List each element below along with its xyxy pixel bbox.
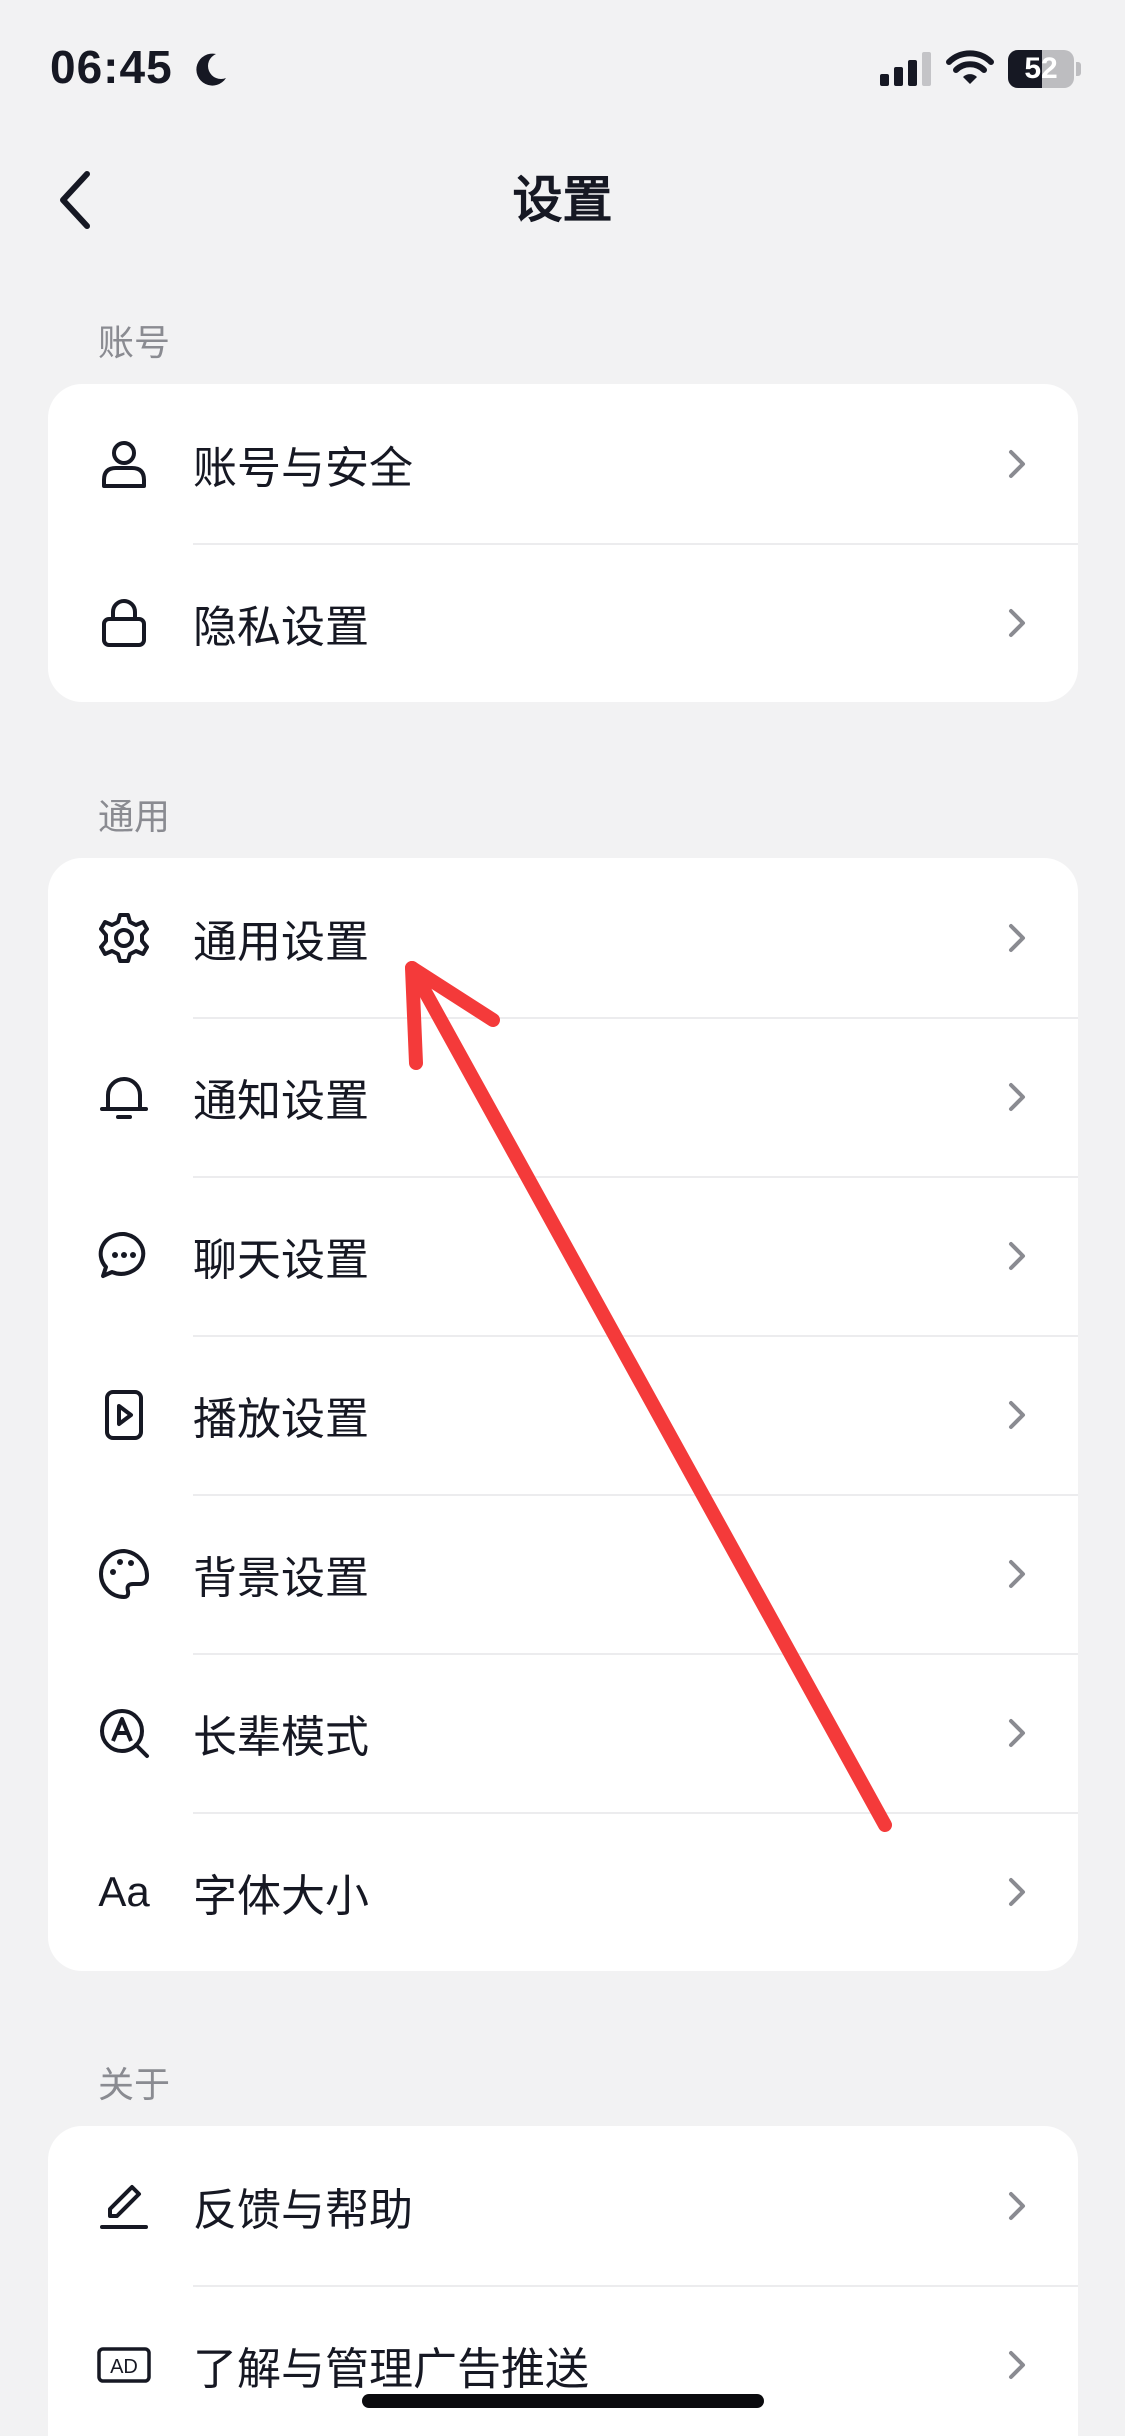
svg-text:AD: AD <box>110 2356 138 2378</box>
chevron-right-icon <box>1009 1559 1025 1588</box>
settings-item-privacy[interactable]: 隐私设置 <box>48 543 1078 702</box>
settings-item-label: 背景设置 <box>193 1552 369 1604</box>
settings-item-label: 聊天设置 <box>193 1234 369 1286</box>
chevron-right-icon <box>1009 1877 1025 1906</box>
page-title: 设置 <box>512 171 613 229</box>
chat-bubble-icon <box>96 1228 152 1284</box>
battery-level: 52 <box>1024 52 1058 85</box>
settings-item-label: 了解与管理广告推送 <box>193 2343 589 2395</box>
chevron-right-icon <box>1009 1082 1025 1111</box>
settings-item-chat[interactable]: 聊天设置 <box>48 1176 1078 1335</box>
section-label-general: 通用 <box>98 797 171 838</box>
user-icon <box>96 436 152 492</box>
cellular-signal-icon <box>880 52 931 86</box>
settings-item-label: 通知设置 <box>193 1075 369 1127</box>
navigation-bar: 设置 <box>0 150 1125 250</box>
about-settings-card: 反馈与帮助 AD 了解与管理广告推送 <box>48 2126 1078 2436</box>
settings-item-label: 隐私设置 <box>193 601 369 653</box>
settings-item-font-size[interactable]: Aa 字体大小 <box>48 1812 1078 1971</box>
chevron-right-icon <box>1009 2350 1025 2379</box>
battery-icon: 52 <box>1008 50 1081 88</box>
edit-icon <box>96 2178 152 2234</box>
account-settings-card: 账号与安全 隐私设置 <box>48 384 1078 702</box>
settings-item-account-security[interactable]: 账号与安全 <box>48 384 1078 543</box>
settings-item-label: 通用设置 <box>193 916 369 968</box>
ad-icon: AD <box>96 2337 152 2393</box>
section-label-account: 账号 <box>98 323 171 364</box>
home-indicator <box>362 2394 764 2408</box>
chevron-right-icon <box>1009 449 1025 478</box>
back-button[interactable] <box>40 160 110 240</box>
chevron-right-icon <box>1009 1400 1025 1429</box>
chevron-right-icon <box>1009 2191 1025 2220</box>
palette-icon <box>96 1546 152 1602</box>
settings-item-label: 反馈与帮助 <box>193 2184 413 2236</box>
chevron-right-icon <box>1009 1241 1025 1270</box>
settings-item-general[interactable]: 通用设置 <box>48 858 1078 1017</box>
settings-item-label: 播放设置 <box>193 1393 369 1445</box>
bell-icon <box>96 1069 152 1125</box>
settings-item-ad-management[interactable]: AD 了解与管理广告推送 <box>48 2285 1078 2436</box>
settings-item-playback[interactable]: 播放设置 <box>48 1335 1078 1494</box>
elder-mode-icon <box>96 1705 152 1761</box>
settings-item-notifications[interactable]: 通知设置 <box>48 1017 1078 1176</box>
moon-icon <box>196 53 226 86</box>
status-time: 06:45 <box>50 41 173 93</box>
section-label-about: 关于 <box>98 2065 171 2106</box>
play-icon <box>96 1387 152 1443</box>
wifi-icon <box>946 50 994 84</box>
settings-item-background[interactable]: 背景设置 <box>48 1494 1078 1653</box>
gear-icon <box>96 910 152 966</box>
settings-item-label: 账号与安全 <box>193 442 413 494</box>
status-bar: 06:45 52 <box>0 0 1125 140</box>
chevron-right-icon <box>1009 1718 1025 1747</box>
chevron-right-icon <box>1009 608 1025 637</box>
chevron-left-icon <box>60 171 90 229</box>
settings-item-label: 长辈模式 <box>193 1711 369 1763</box>
font-size-icon: Aa <box>98 1867 150 1915</box>
general-settings-card: 通用设置 通知设置 聊天设置 播放设置 背景设置 长辈模式 Aa 字体大小 <box>48 858 1078 1971</box>
chevron-right-icon <box>1009 923 1025 952</box>
settings-item-feedback[interactable]: 反馈与帮助 <box>48 2126 1078 2285</box>
settings-item-label: 字体大小 <box>193 1870 369 1922</box>
lock-icon <box>96 595 152 651</box>
settings-item-elder-mode[interactable]: 长辈模式 <box>48 1653 1078 1812</box>
